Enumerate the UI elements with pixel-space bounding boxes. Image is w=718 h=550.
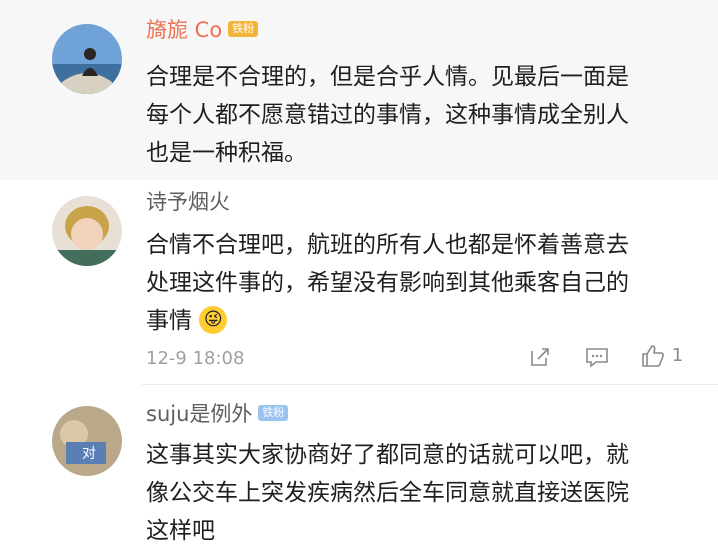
avatar-photo <box>52 24 122 94</box>
username[interactable]: 旖旎 Co 铁粉 <box>146 16 259 44</box>
like-count: 1 <box>671 345 684 366</box>
username[interactable]: suju是例外 铁粉 <box>146 400 289 428</box>
share-icon <box>531 348 549 366</box>
thumbs-up-icon <box>642 345 664 367</box>
comment-icon <box>586 348 608 368</box>
avatar[interactable]: 对 <box>52 406 122 476</box>
like-button[interactable]: 1 <box>640 343 683 369</box>
svg-text:对: 对 <box>82 446 96 462</box>
comment-item-3: 对 suju是例外 铁粉 这事其实大家协商好了都同意的话就可以吧，就 像公交车上突… <box>0 386 718 545</box>
comment-text: 合理是不合理的，但是合乎人情。见最后一面是 每个人都不愿意错过的事情，这种事情成… <box>146 64 629 166</box>
avatar[interactable] <box>52 24 122 94</box>
comment-item-1: 旖旎 Co 铁粉 合理是不合理的，但是合乎人情。见最后一面是 每个人都不愿意错过的… <box>0 0 718 180</box>
avatar-photo <box>52 196 122 266</box>
comment-button[interactable] <box>584 345 610 374</box>
avatar-photo: 对 <box>52 406 122 476</box>
timestamp: 12-9 18:08 <box>146 348 245 369</box>
comment-item-2: 诗予烟火 合情不合理吧，航班的所有人也都是怀着善意去 处理这件事的，希望没有影响… <box>0 182 718 382</box>
avatar[interactable] <box>52 196 122 266</box>
fan-badge: 铁粉 <box>258 405 289 421</box>
comment-text: 合情不合理吧，航班的所有人也都是怀着善意去 处理这件事的，希望没有影响到其他乘客… <box>146 232 629 334</box>
share-button[interactable] <box>528 345 552 374</box>
comment-text: 这事其实大家协商好了都同意的话就可以吧，就 像公交车上突发疾病然后全车同意就直接… <box>146 442 629 544</box>
tongue-wink-emoji: 😜 <box>199 305 228 334</box>
divider <box>142 384 718 385</box>
fan-badge: 铁粉 <box>228 21 259 37</box>
username[interactable]: 诗予烟火 <box>146 188 230 216</box>
